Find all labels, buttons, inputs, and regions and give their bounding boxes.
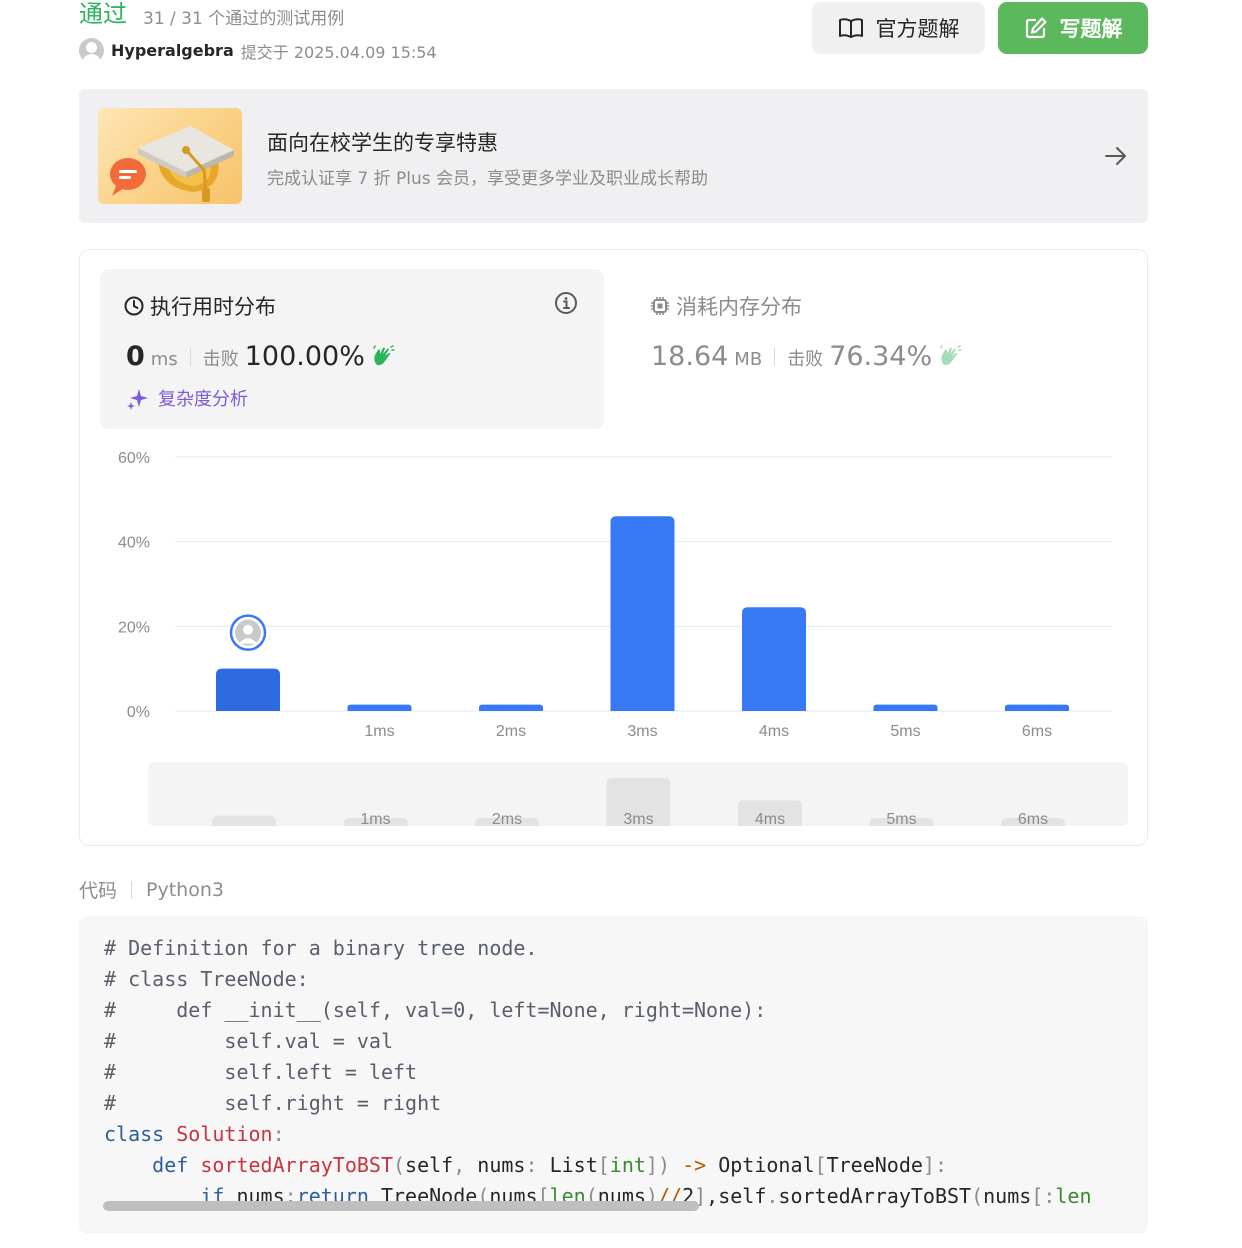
runtime-distribution-chart[interactable]: 0% 20% 40% 60% 1ms 2ms 3ms 4ms 5ms 6ms 1ms 2ms 3ms 4m… bbox=[80, 250, 1147, 845]
edit-icon bbox=[1025, 17, 1047, 39]
x-tick-label: 3ms bbox=[627, 723, 657, 740]
mini-tick-label: 5ms bbox=[886, 811, 916, 828]
y-tick-label: 60% bbox=[118, 450, 150, 467]
chart-bar bbox=[347, 704, 412, 711]
code-line: # self.left = left bbox=[104, 1060, 418, 1084]
code-block[interactable]: # Definition for a binary tree node. # cl… bbox=[79, 916, 1148, 1234]
code-language: Python3 bbox=[146, 878, 224, 901]
arrow-right-icon[interactable] bbox=[1104, 144, 1128, 168]
mini-tick-label: 2ms bbox=[492, 811, 522, 828]
code-line: def sortedArrayToBST(self, nums: List[in… bbox=[152, 1153, 947, 1177]
y-tick-label: 0% bbox=[127, 704, 150, 721]
code-line: # self.right = right bbox=[104, 1091, 442, 1115]
chart-bar bbox=[873, 704, 938, 711]
submit-time: 提交于 2025.04.09 15:54 bbox=[240, 42, 437, 62]
author-row: Hyperalgebra 提交于 2025.04.09 15:54 bbox=[79, 38, 437, 63]
user-avatar-head bbox=[243, 624, 253, 635]
avatar[interactable] bbox=[79, 38, 104, 63]
code-line: # Definition for a binary tree node. bbox=[104, 936, 538, 960]
promo-title: 面向在校学生的专享特惠 bbox=[267, 131, 498, 155]
mini-tick-label: 3ms bbox=[623, 811, 653, 828]
x-tick-label: 2ms bbox=[496, 723, 526, 740]
mini-tick-label: 4ms bbox=[755, 811, 785, 828]
x-tick-label: 6ms bbox=[1022, 723, 1052, 740]
test-count: 31 / 31 个通过的测试用例 bbox=[143, 9, 345, 29]
author-name[interactable]: Hyperalgebra bbox=[111, 41, 234, 60]
official-solution-button[interactable]: 官方题解 bbox=[812, 2, 985, 54]
chart-bar bbox=[742, 607, 806, 711]
horizontal-scrollbar[interactable] bbox=[103, 1201, 699, 1211]
chart-bar bbox=[610, 516, 675, 711]
y-tick-label: 40% bbox=[118, 535, 150, 552]
promo-subtitle: 完成认证享 7 折 Plus 会员，享受更多学业及职业成长帮助 bbox=[267, 169, 709, 189]
chart-bar bbox=[1005, 704, 1069, 711]
mini-tick-label: 1ms bbox=[360, 811, 390, 828]
graduation-cap-illustration bbox=[98, 108, 242, 204]
chart-bar bbox=[216, 668, 280, 711]
official-solution-label: 官方题解 bbox=[875, 17, 960, 41]
code-line: # self.val = val bbox=[104, 1029, 393, 1053]
x-tick-label: 1ms bbox=[364, 723, 394, 740]
code-header: 代码 Python3 bbox=[79, 876, 224, 903]
write-solution-button[interactable]: 写题解 bbox=[998, 2, 1148, 54]
book-icon bbox=[838, 18, 863, 38]
stats-card: 执行用时分布 0 ms 击败 100.00% 复杂度分析 消耗内存分布 18.6… bbox=[79, 249, 1148, 846]
code-line: class Solution: bbox=[104, 1122, 285, 1146]
mini-tick-label: 6ms bbox=[1018, 811, 1048, 828]
code-line: # def __init__(self, val=0, left=None, r… bbox=[104, 998, 767, 1022]
student-promo-banner[interactable]: 面向在校学生的专享特惠 完成认证享 7 折 Plus 会员，享受更多学业及职业成… bbox=[79, 89, 1148, 223]
mini-bar bbox=[212, 815, 276, 826]
write-solution-label: 写题解 bbox=[1059, 17, 1123, 41]
divider bbox=[131, 880, 133, 899]
code-lines: # Definition for a binary tree node. # cl… bbox=[104, 933, 1092, 1212]
chart-bar bbox=[479, 704, 543, 711]
status-title: 通过 bbox=[79, 0, 127, 28]
y-tick-label: 20% bbox=[118, 619, 150, 636]
code-label: 代码 bbox=[79, 880, 118, 902]
code-line: # class TreeNode: bbox=[104, 967, 309, 991]
x-tick-label: 5ms bbox=[890, 723, 920, 740]
x-tick-label: 4ms bbox=[759, 723, 789, 740]
